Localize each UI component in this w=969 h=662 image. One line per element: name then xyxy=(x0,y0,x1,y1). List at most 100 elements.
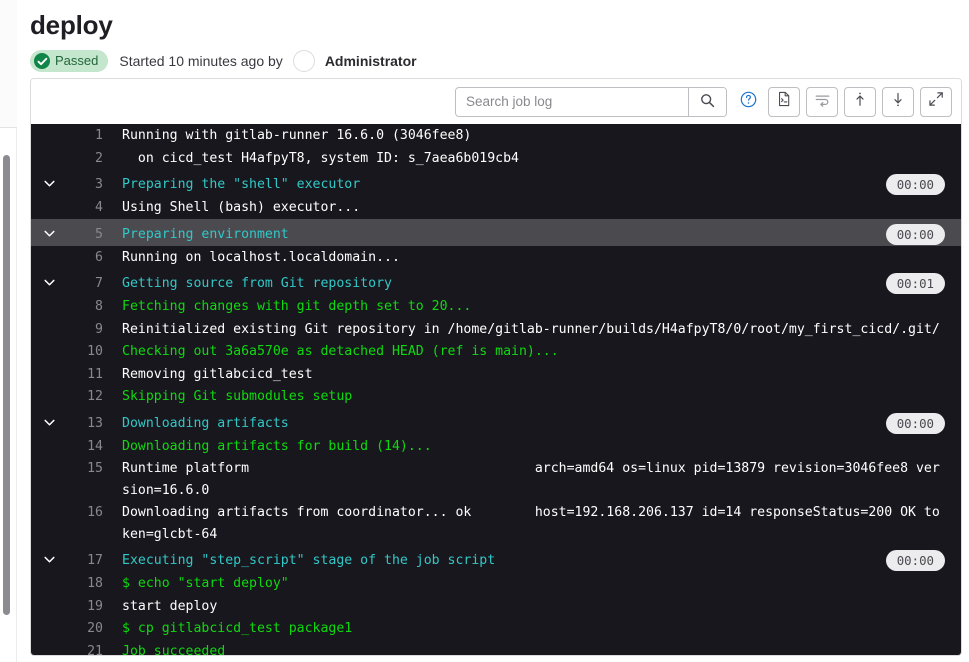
log-line-text: Preparing environment xyxy=(122,226,289,242)
job-meta-row: Passed Started 10 minutes ago by Adminis… xyxy=(30,48,969,74)
app-left-rail xyxy=(0,0,17,662)
log-line: 5 Preparing environment 00:00 xyxy=(31,218,961,246)
log-line-number[interactable]: 21 xyxy=(67,640,103,656)
log-line-text: on cicd_test H4afpyT8, system ID: s_7aea… xyxy=(122,150,519,166)
search-input[interactable] xyxy=(456,87,688,116)
log-line-number[interactable]: 9 xyxy=(67,318,103,341)
log-line-text: Downloading artifacts xyxy=(122,415,289,431)
log-line-text: Executing "step_script" stage of the job… xyxy=(122,553,496,568)
log-line-number[interactable]: 19 xyxy=(67,595,103,618)
log-line: 15 Runtime platform arch=amd64 os=linux p… xyxy=(31,457,961,501)
log-line-gutter xyxy=(31,246,67,249)
arrow-down-icon xyxy=(890,91,906,113)
log-line-text: Downloading artifacts for build (14)... xyxy=(122,438,432,454)
log-line: 21 Job succeeded xyxy=(31,640,961,656)
job-log-terminal[interactable]: 1 Running with gitlab-runner 16.6.0 (3046… xyxy=(31,124,961,655)
collapse-section-chevron[interactable] xyxy=(31,549,67,567)
log-line-text: Preparing the "shell" executor xyxy=(122,177,361,192)
log-line-text: start deploy xyxy=(122,598,218,614)
log-line-text: Reinitialized existing Git repository in… xyxy=(122,321,940,337)
fullscreen-button[interactable] xyxy=(920,86,952,117)
job-log-card: 1 Running with gitlab-runner 16.6.0 (3046… xyxy=(30,78,962,656)
status-badge-label: Passed xyxy=(55,53,99,68)
avatar[interactable] xyxy=(292,50,315,72)
log-line: 11 Removing gitlabcicd_test xyxy=(31,363,961,386)
log-line-number[interactable]: 10 xyxy=(67,340,103,363)
log-line: 3 Preparing the "shell" executor 00:00 xyxy=(31,169,961,196)
log-line: 17 Executing "step_script" stage of the j… xyxy=(31,545,961,572)
log-line: 2 on cicd_test H4afpyT8, system ID: s_7a… xyxy=(31,147,961,170)
log-line-gutter xyxy=(31,640,67,643)
log-line-text: Getting source from Git repository xyxy=(122,276,392,291)
log-line: 16 Downloading artifacts from coordinator… xyxy=(31,501,961,545)
log-line-number[interactable]: 8 xyxy=(67,295,103,318)
log-line-number[interactable]: 1 xyxy=(67,124,103,147)
soft-wrap-icon xyxy=(814,91,831,113)
log-line-gutter xyxy=(31,147,67,150)
log-line-gutter xyxy=(31,385,67,388)
log-line: 12 Skipping Git submodules setup xyxy=(31,385,961,408)
log-line-number[interactable]: 6 xyxy=(67,246,103,269)
log-line-gutter xyxy=(31,457,67,460)
log-line: 20 $ cp gitlabcicd_test package1 xyxy=(31,617,961,640)
toggle-soft-wrap-button[interactable] xyxy=(806,86,838,117)
log-line: 10 Checking out 3a6a570e as detached HEAD… xyxy=(31,340,961,363)
log-line-number[interactable]: 4 xyxy=(67,196,103,219)
file-terminal-icon xyxy=(776,91,792,112)
log-line-text: Job succeeded xyxy=(122,643,226,656)
job-log-help-button[interactable] xyxy=(734,87,762,117)
log-line-text: Runtime platform arch=amd64 os=linux pid… xyxy=(122,461,940,498)
collapse-section-chevron[interactable] xyxy=(31,272,67,290)
show-raw-log-button[interactable] xyxy=(768,86,800,117)
section-duration-badge: 00:00 xyxy=(885,412,945,434)
page-scrollbar-thumb[interactable] xyxy=(3,155,10,615)
log-line-text: Running with gitlab-runner 16.6.0 (3046f… xyxy=(122,128,472,143)
log-line-gutter xyxy=(31,572,67,575)
log-line: 14 Downloading artifacts for build (14)..… xyxy=(31,435,961,458)
search-button[interactable] xyxy=(688,87,726,116)
check-circle-icon xyxy=(34,53,50,69)
job-author-name[interactable]: Administrator xyxy=(325,53,417,69)
log-line-number[interactable]: 12 xyxy=(67,385,103,408)
collapse-section-chevron[interactable] xyxy=(31,412,67,430)
job-started-text: Started 10 minutes ago by xyxy=(119,53,283,69)
log-line-number[interactable]: 20 xyxy=(67,617,103,640)
log-line-gutter xyxy=(31,595,67,598)
log-line-gutter xyxy=(31,363,67,366)
log-line-number[interactable]: 11 xyxy=(67,363,103,386)
collapse-section-chevron[interactable] xyxy=(31,223,67,241)
log-line: 7 Getting source from Git repository 00:01 xyxy=(31,268,961,295)
expand-arrows-icon xyxy=(928,91,944,112)
log-line-text: Checking out 3a6a570e as detached HEAD (… xyxy=(122,344,559,359)
log-line-text: Downloading artifacts from coordinator..… xyxy=(122,505,940,542)
question-circle-icon xyxy=(740,91,757,113)
log-line-number[interactable]: 18 xyxy=(67,572,103,595)
scroll-to-top-button[interactable] xyxy=(844,86,876,117)
log-line-number[interactable]: 13 xyxy=(67,412,103,435)
log-line-number[interactable]: 7 xyxy=(67,272,103,295)
log-line-number[interactable]: 2 xyxy=(67,147,103,170)
left-rail-divider xyxy=(0,0,17,128)
log-line-number[interactable]: 14 xyxy=(67,435,103,458)
section-duration-badge: 00:00 xyxy=(885,174,945,195)
log-line-number[interactable]: 16 xyxy=(67,501,103,524)
log-line: 8 Fetching changes with git depth set to … xyxy=(31,295,961,318)
log-line-text: Removing gitlabcicd_test xyxy=(122,366,313,382)
log-line-gutter xyxy=(31,340,67,343)
log-line-number[interactable]: 3 xyxy=(67,173,103,196)
log-line-number[interactable]: 5 xyxy=(67,223,103,246)
log-line: 19 start deploy xyxy=(31,595,961,618)
status-badge: Passed xyxy=(30,50,109,72)
log-line-text: Using Shell (bash) executor... xyxy=(122,200,361,215)
log-line-gutter xyxy=(31,501,67,504)
log-line-number[interactable]: 17 xyxy=(67,549,103,572)
section-duration-badge: 00:01 xyxy=(885,273,945,294)
log-line-number[interactable]: 15 xyxy=(67,457,103,480)
log-line: 13 Downloading artifacts 00:00 xyxy=(31,408,961,435)
collapse-section-chevron[interactable] xyxy=(31,173,67,191)
log-line-text: Skipping Git submodules setup xyxy=(122,389,353,404)
log-line: 18 $ echo "start deploy" xyxy=(31,572,961,595)
scroll-to-bottom-button[interactable] xyxy=(882,86,914,117)
log-line-text: Running on localhost.localdomain... xyxy=(122,249,400,265)
search-job-log-group xyxy=(455,86,727,117)
